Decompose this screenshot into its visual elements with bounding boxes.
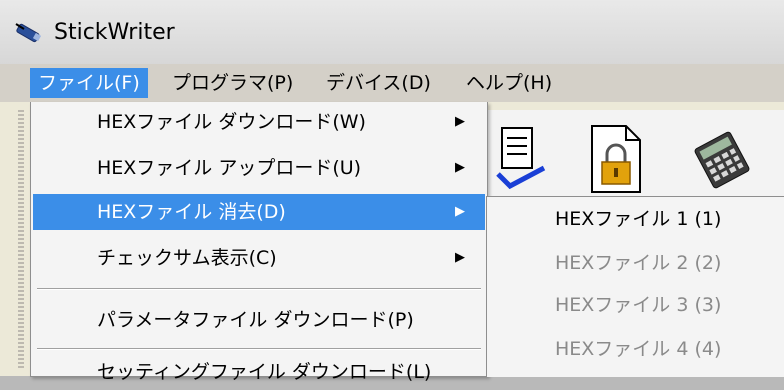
menu-item-label: HEXファイル ダウンロード(W) <box>97 111 366 133</box>
menu-item-parameter-download[interactable]: パラメータファイル ダウンロード(P) <box>33 302 485 338</box>
menu-item-setting-download[interactable]: セッティングファイル ダウンロード(L) <box>33 354 485 390</box>
menu-programmer[interactable]: プログラマ(P) <box>164 68 301 98</box>
menu-item-label: HEXファイル 消去(D) <box>97 201 286 223</box>
menu-item-hex-upload[interactable]: HEXファイル アップロード(U) ▶ <box>33 150 485 186</box>
menu-help[interactable]: ヘルプ(H) <box>458 68 560 98</box>
menu-device[interactable]: デバイス(D) <box>318 68 439 98</box>
calculator-icon <box>694 131 750 189</box>
menu-separator <box>37 288 481 290</box>
toolbar-grip[interactable] <box>18 110 24 370</box>
menu-bar: ファイル(F) プログラマ(P) デバイス(D) ヘルプ(H) <box>0 64 784 103</box>
menu-item-label: チェックサム表示(C) <box>97 247 277 269</box>
menu-item-label: HEXファイル アップロード(U) <box>97 157 362 179</box>
title-bar[interactable]: StickWriter <box>0 0 784 65</box>
protect-button[interactable] <box>586 124 646 194</box>
menu-file[interactable]: ファイル(F) <box>30 68 148 98</box>
application-window: StickWriter ファイル(F) プログラマ(P) デバイス(D) ヘルプ… <box>0 0 784 383</box>
menu-item-label: パラメータファイル ダウンロード(P) <box>97 309 414 331</box>
submenu-item-hex-1[interactable]: HEXファイル 1 (1) <box>555 201 721 237</box>
submenu-item-hex-3: HEXファイル 3 (3) <box>555 294 722 316</box>
submenu-item-hex-4: HEXファイル 4 (4) <box>555 338 722 360</box>
submenu-arrow-icon: ▶ <box>455 114 465 129</box>
menu-item-hex-erase[interactable]: HEXファイル 消去(D) ▶ <box>33 194 485 230</box>
submenu-item-hex-2: HEXファイル 2 (2) <box>555 252 722 274</box>
menu-item-label: セッティングファイル ダウンロード(L) <box>97 361 432 383</box>
toolbar <box>486 110 784 200</box>
menu-item-checksum[interactable]: チェックサム表示(C) ▶ <box>33 240 485 276</box>
hex-erase-submenu: HEXファイル 1 (1) HEXファイル 2 (2) HEXファイル 3 (3… <box>486 196 784 377</box>
app-usb-stick-icon <box>15 23 42 43</box>
submenu-arrow-icon: ▶ <box>455 160 465 175</box>
window-title: StickWriter <box>54 20 175 45</box>
submenu-arrow-icon: ▶ <box>455 250 465 265</box>
lock-document-icon <box>591 125 641 193</box>
menu-separator <box>37 348 481 350</box>
verify-button[interactable] <box>490 124 550 194</box>
submenu-arrow-icon: ▶ <box>455 204 465 219</box>
file-menu-dropdown: HEXファイル ダウンロード(W) ▶ HEXファイル アップロード(U) ▶ … <box>30 102 488 383</box>
checksum-button[interactable] <box>692 124 752 194</box>
menu-item-hex-download[interactable]: HEXファイル ダウンロード(W) ▶ <box>33 104 485 140</box>
verify-document-icon <box>496 127 546 190</box>
